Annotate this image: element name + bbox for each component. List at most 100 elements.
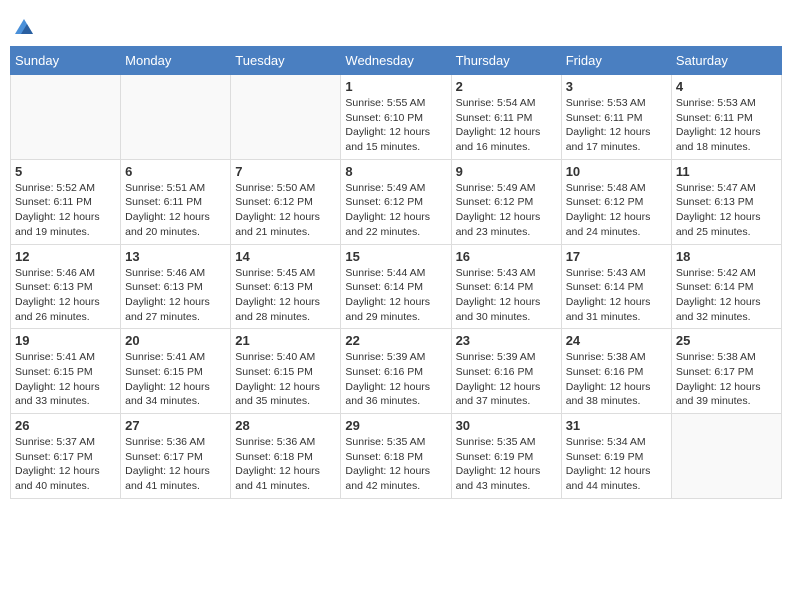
day-info: Sunrise: 5:53 AM Sunset: 6:11 PM Dayligh…: [566, 96, 667, 155]
day-info: Sunrise: 5:41 AM Sunset: 6:15 PM Dayligh…: [125, 350, 226, 409]
day-number: 23: [456, 333, 557, 348]
day-info: Sunrise: 5:37 AM Sunset: 6:17 PM Dayligh…: [15, 435, 116, 494]
calendar-cell: 17 Sunrise: 5:43 AM Sunset: 6:14 PM Dayli…: [561, 244, 671, 329]
calendar-cell: 19 Sunrise: 5:41 AM Sunset: 6:15 PM Dayli…: [11, 329, 121, 414]
calendar-week-row: 12 Sunrise: 5:46 AM Sunset: 6:13 PM Dayli…: [11, 244, 782, 329]
day-info: Sunrise: 5:34 AM Sunset: 6:19 PM Dayligh…: [566, 435, 667, 494]
calendar-cell: 14 Sunrise: 5:45 AM Sunset: 6:13 PM Dayli…: [231, 244, 341, 329]
day-number: 24: [566, 333, 667, 348]
calendar-table: SundayMondayTuesdayWednesdayThursdayFrid…: [10, 46, 782, 499]
day-number: 26: [15, 418, 116, 433]
day-info: Sunrise: 5:50 AM Sunset: 6:12 PM Dayligh…: [235, 181, 336, 240]
day-info: Sunrise: 5:35 AM Sunset: 6:19 PM Dayligh…: [456, 435, 557, 494]
day-info: Sunrise: 5:45 AM Sunset: 6:13 PM Dayligh…: [235, 266, 336, 325]
calendar-cell: 4 Sunrise: 5:53 AM Sunset: 6:11 PM Daylig…: [671, 75, 781, 160]
day-header-sunday: Sunday: [11, 47, 121, 75]
day-info: Sunrise: 5:43 AM Sunset: 6:14 PM Dayligh…: [456, 266, 557, 325]
calendar-cell: 26 Sunrise: 5:37 AM Sunset: 6:17 PM Dayli…: [11, 414, 121, 499]
calendar-week-row: 19 Sunrise: 5:41 AM Sunset: 6:15 PM Dayli…: [11, 329, 782, 414]
day-info: Sunrise: 5:38 AM Sunset: 6:16 PM Dayligh…: [566, 350, 667, 409]
day-info: Sunrise: 5:46 AM Sunset: 6:13 PM Dayligh…: [125, 266, 226, 325]
calendar-cell: 27 Sunrise: 5:36 AM Sunset: 6:17 PM Dayli…: [121, 414, 231, 499]
calendar-cell: 29 Sunrise: 5:35 AM Sunset: 6:18 PM Dayli…: [341, 414, 451, 499]
day-number: 21: [235, 333, 336, 348]
day-number: 27: [125, 418, 226, 433]
day-number: 6: [125, 164, 226, 179]
day-info: Sunrise: 5:36 AM Sunset: 6:18 PM Dayligh…: [235, 435, 336, 494]
logo: [10, 16, 35, 38]
calendar-cell: 28 Sunrise: 5:36 AM Sunset: 6:18 PM Dayli…: [231, 414, 341, 499]
day-number: 18: [676, 249, 777, 264]
day-header-tuesday: Tuesday: [231, 47, 341, 75]
day-number: 30: [456, 418, 557, 433]
day-number: 29: [345, 418, 446, 433]
calendar-cell: [121, 75, 231, 160]
calendar-cell: [671, 414, 781, 499]
day-info: Sunrise: 5:39 AM Sunset: 6:16 PM Dayligh…: [456, 350, 557, 409]
calendar-cell: 6Sunrise: 5:51 AM Sunset: 6:11 PM Daylig…: [121, 159, 231, 244]
day-number: 12: [15, 249, 116, 264]
day-number: 25: [676, 333, 777, 348]
day-number: 15: [345, 249, 446, 264]
day-number: 22: [345, 333, 446, 348]
day-info: Sunrise: 5:43 AM Sunset: 6:14 PM Dayligh…: [566, 266, 667, 325]
day-info: Sunrise: 5:53 AM Sunset: 6:11 PM Dayligh…: [676, 96, 777, 155]
calendar-cell: 3 Sunrise: 5:53 AM Sunset: 6:11 PM Daylig…: [561, 75, 671, 160]
day-header-thursday: Thursday: [451, 47, 561, 75]
calendar-cell: 24 Sunrise: 5:38 AM Sunset: 6:16 PM Dayli…: [561, 329, 671, 414]
day-info: Sunrise: 5:38 AM Sunset: 6:17 PM Dayligh…: [676, 350, 777, 409]
day-info: Sunrise: 5:36 AM Sunset: 6:17 PM Dayligh…: [125, 435, 226, 494]
calendar-cell: 23 Sunrise: 5:39 AM Sunset: 6:16 PM Dayli…: [451, 329, 561, 414]
day-info: Sunrise: 5:47 AM Sunset: 6:13 PM Dayligh…: [676, 181, 777, 240]
day-number: 31: [566, 418, 667, 433]
day-number: 20: [125, 333, 226, 348]
day-number: 8: [345, 164, 446, 179]
calendar-cell: 25 Sunrise: 5:38 AM Sunset: 6:17 PM Dayli…: [671, 329, 781, 414]
day-info: Sunrise: 5:52 AM Sunset: 6:11 PM Dayligh…: [15, 181, 116, 240]
day-info: Sunrise: 5:35 AM Sunset: 6:18 PM Dayligh…: [345, 435, 446, 494]
calendar-cell: 30 Sunrise: 5:35 AM Sunset: 6:19 PM Dayli…: [451, 414, 561, 499]
day-number: 3: [566, 79, 667, 94]
day-number: 1: [345, 79, 446, 94]
day-info: Sunrise: 5:46 AM Sunset: 6:13 PM Dayligh…: [15, 266, 116, 325]
calendar-cell: 10Sunrise: 5:48 AM Sunset: 6:12 PM Dayli…: [561, 159, 671, 244]
calendar-cell: [231, 75, 341, 160]
calendar-week-row: 5Sunrise: 5:52 AM Sunset: 6:11 PM Daylig…: [11, 159, 782, 244]
calendar-cell: 7 Sunrise: 5:50 AM Sunset: 6:12 PM Daylig…: [231, 159, 341, 244]
day-number: 10: [566, 164, 667, 179]
day-header-monday: Monday: [121, 47, 231, 75]
day-number: 7: [235, 164, 336, 179]
day-info: Sunrise: 5:54 AM Sunset: 6:11 PM Dayligh…: [456, 96, 557, 155]
day-number: 17: [566, 249, 667, 264]
calendar-cell: 2 Sunrise: 5:54 AM Sunset: 6:11 PM Daylig…: [451, 75, 561, 160]
day-number: 2: [456, 79, 557, 94]
calendar-cell: 1 Sunrise: 5:55 AM Sunset: 6:10 PM Daylig…: [341, 75, 451, 160]
day-info: Sunrise: 5:41 AM Sunset: 6:15 PM Dayligh…: [15, 350, 116, 409]
calendar-cell: 20 Sunrise: 5:41 AM Sunset: 6:15 PM Dayli…: [121, 329, 231, 414]
calendar-cell: 5Sunrise: 5:52 AM Sunset: 6:11 PM Daylig…: [11, 159, 121, 244]
calendar-cell: 11Sunrise: 5:47 AM Sunset: 6:13 PM Dayli…: [671, 159, 781, 244]
calendar-cell: 21 Sunrise: 5:40 AM Sunset: 6:15 PM Dayli…: [231, 329, 341, 414]
page-header: [10, 10, 782, 38]
day-number: 28: [235, 418, 336, 433]
day-header-saturday: Saturday: [671, 47, 781, 75]
day-number: 4: [676, 79, 777, 94]
calendar-cell: 15 Sunrise: 5:44 AM Sunset: 6:14 PM Dayli…: [341, 244, 451, 329]
day-header-wednesday: Wednesday: [341, 47, 451, 75]
day-info: Sunrise: 5:55 AM Sunset: 6:10 PM Dayligh…: [345, 96, 446, 155]
day-info: Sunrise: 5:39 AM Sunset: 6:16 PM Dayligh…: [345, 350, 446, 409]
day-info: Sunrise: 5:49 AM Sunset: 6:12 PM Dayligh…: [345, 181, 446, 240]
calendar-week-row: 26 Sunrise: 5:37 AM Sunset: 6:17 PM Dayli…: [11, 414, 782, 499]
day-number: 13: [125, 249, 226, 264]
calendar-cell: [11, 75, 121, 160]
day-info: Sunrise: 5:42 AM Sunset: 6:14 PM Dayligh…: [676, 266, 777, 325]
day-number: 14: [235, 249, 336, 264]
calendar-cell: 8 Sunrise: 5:49 AM Sunset: 6:12 PM Daylig…: [341, 159, 451, 244]
day-info: Sunrise: 5:49 AM Sunset: 6:12 PM Dayligh…: [456, 181, 557, 240]
day-number: 9: [456, 164, 557, 179]
calendar-cell: 12 Sunrise: 5:46 AM Sunset: 6:13 PM Dayli…: [11, 244, 121, 329]
day-info: Sunrise: 5:44 AM Sunset: 6:14 PM Dayligh…: [345, 266, 446, 325]
day-number: 16: [456, 249, 557, 264]
day-info: Sunrise: 5:40 AM Sunset: 6:15 PM Dayligh…: [235, 350, 336, 409]
day-number: 19: [15, 333, 116, 348]
